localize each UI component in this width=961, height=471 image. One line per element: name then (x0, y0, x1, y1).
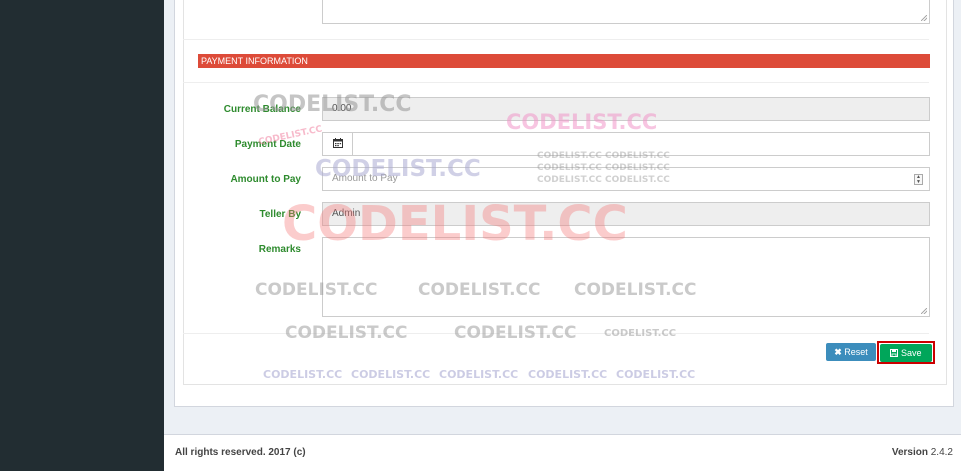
amount-to-pay-placeholder: Amount to Pay (332, 173, 398, 184)
amount-to-pay-label: Amount to Pay (230, 174, 301, 185)
teller-by-label: Teller By (259, 209, 302, 220)
version-value: 2.4.2 (930, 447, 953, 458)
reset-button-label: Reset (844, 347, 868, 357)
divider (183, 39, 929, 40)
version-label: Version (891, 447, 928, 458)
resize-handle-icon[interactable] (921, 15, 927, 21)
save-button-label: Save (901, 348, 922, 358)
remarks-label: Remarks (258, 244, 301, 255)
number-spinner-icon[interactable]: ▲ ▼ (914, 174, 923, 185)
current-balance-field[interactable]: 0.00 (322, 97, 930, 121)
amount-to-pay-input[interactable]: Amount to Pay ▲ ▼ (322, 167, 930, 191)
teller-by-field[interactable]: Admin (322, 202, 930, 226)
divider (183, 333, 929, 334)
sidebar (0, 0, 164, 471)
version-info: Version 2.4.2 (892, 447, 953, 458)
remarks-textarea[interactable] (322, 237, 930, 317)
section-header: PAYMENT INFORMATION (198, 54, 930, 68)
payment-date-label: Payment Date (234, 139, 301, 150)
floppy-icon (890, 348, 901, 358)
divider (183, 82, 929, 83)
reset-button[interactable]: ✖ Reset (826, 343, 876, 361)
current-balance-label: Current Balance (223, 104, 301, 115)
times-icon: ✖ (834, 347, 842, 357)
copyright-text: All rights reserved. 2017 (c) (175, 447, 306, 458)
previous-textarea[interactable] (322, 0, 930, 24)
save-button[interactable]: Save (880, 344, 932, 362)
payment-date-input[interactable] (352, 132, 930, 156)
resize-handle-icon[interactable] (921, 308, 927, 314)
calendar-icon[interactable] (322, 132, 352, 156)
footer: All rights reserved. 2017 (c) Version 2.… (164, 434, 961, 471)
